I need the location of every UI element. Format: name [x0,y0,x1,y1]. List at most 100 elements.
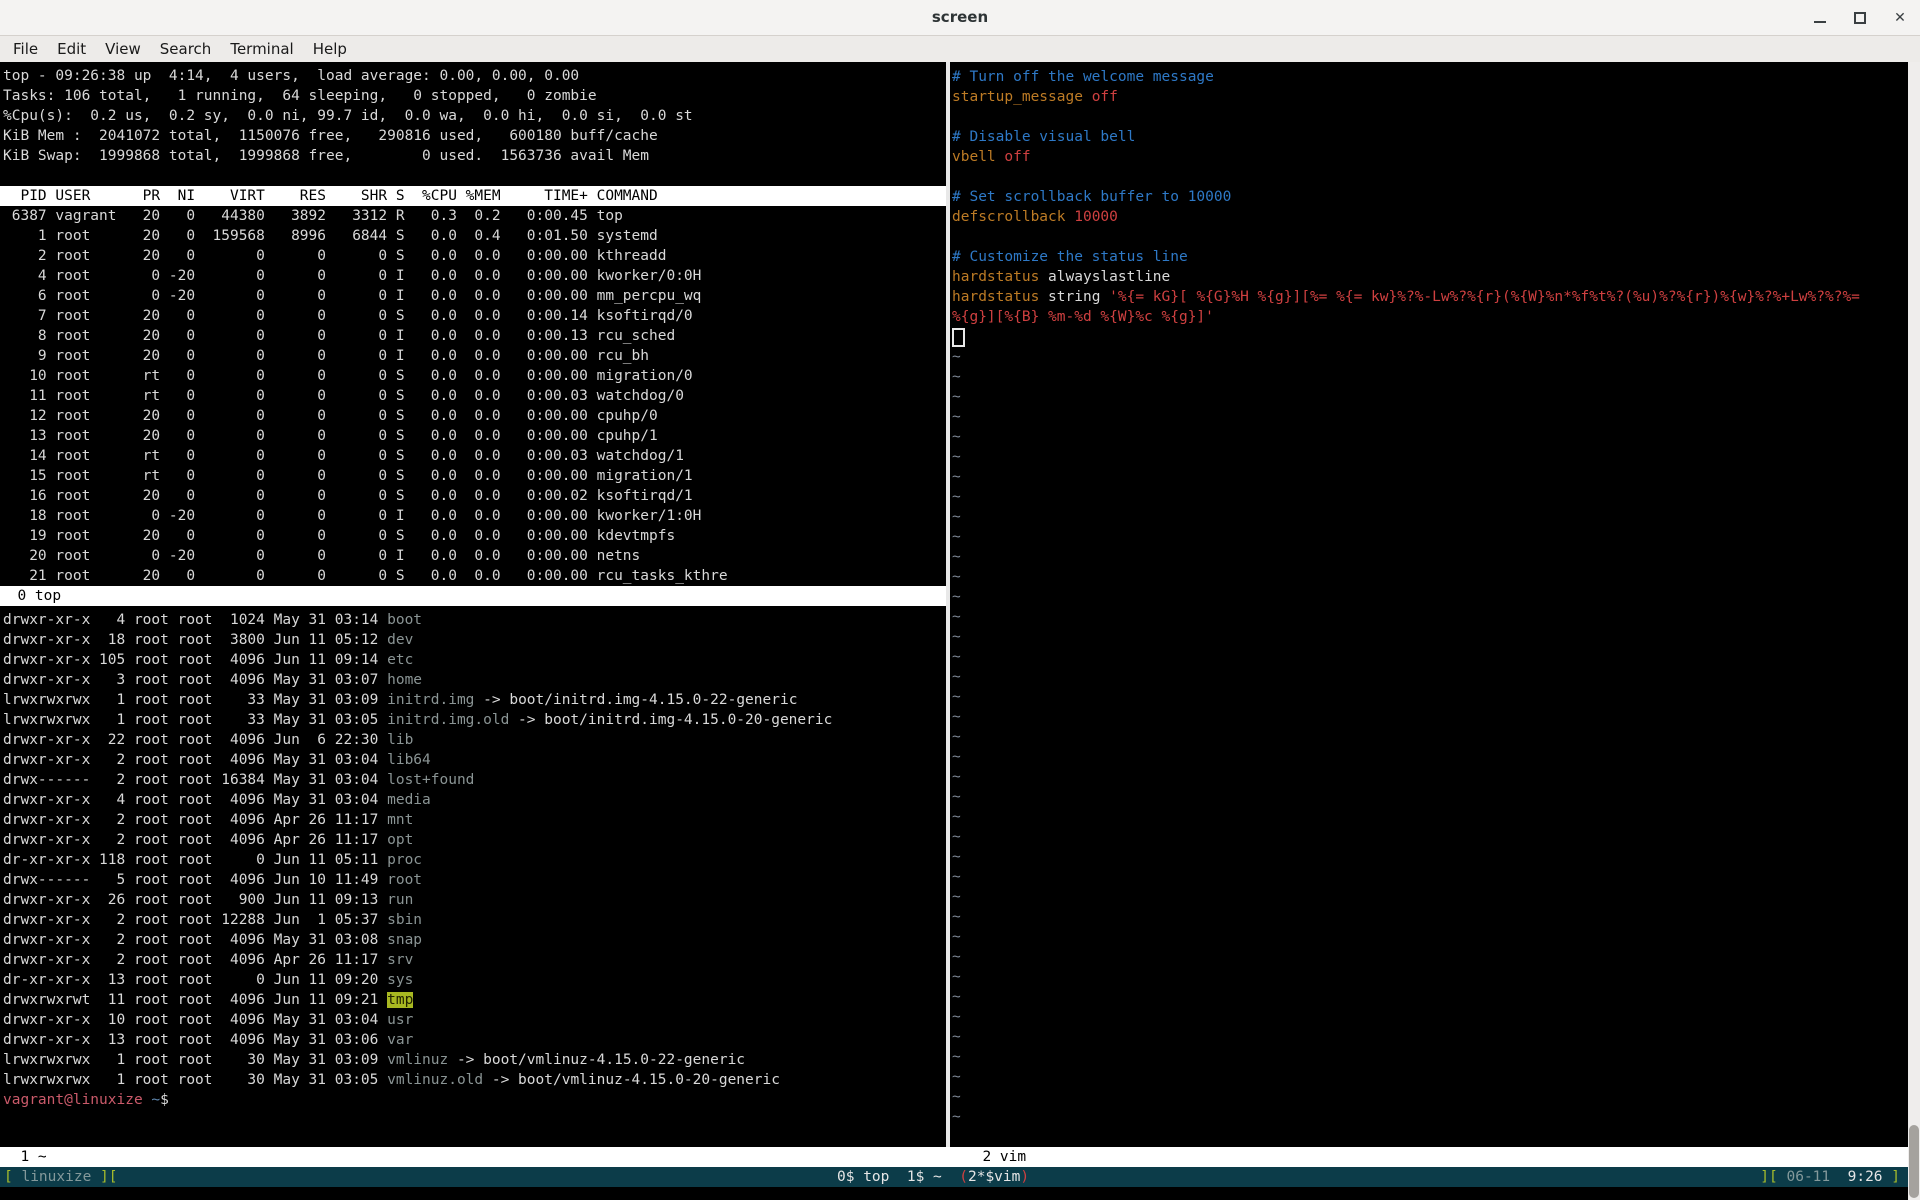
ls-row: drwxr-xr-x 18 root root 3800 Jun 11 05:1… [3,630,946,650]
file-name: vmlinuz.old [387,1072,483,1088]
top-pane[interactable]: top - 09:26:38 up 4:14, 4 users, load av… [0,62,946,586]
ls-listing: drwxr-xr-x 4 root root 1024 May 31 03:14… [3,610,946,1090]
vim-line: # Turn off the welcome message [952,67,1908,87]
window-title: screen [0,8,1920,26]
vim-line: %{g}][%{B} %m-%d %{W}%c %{g}]' [952,307,1908,327]
screen-status-bar: [ linuxize ][ 0$ top 1$ ~ (2*$vim) ][ 06… [0,1167,1908,1187]
titlebar[interactable]: screen ✕ [0,0,1920,36]
vim-tilde-line: ~ [952,367,1908,387]
process-row: 19 root 20 0 0 0 0 S 0.0 0.0 0:00.00 kde… [3,526,946,546]
vim-tilde-line: ~ [952,807,1908,827]
symlink-target: -> boot/vmlinuz-4.15.0-20-generic [483,1072,780,1088]
status-window-list: 0$ top 1$ ~ (2*$vim) [837,1167,1029,1187]
ls-row: drwx------ 5 root root 4096 Jun 10 11:49… [3,870,946,890]
close-button[interactable]: ✕ [1888,6,1912,30]
vim-line: # Disable visual bell [952,127,1908,147]
vim-pane[interactable]: # Turn off the welcome messagestartup_me… [950,62,1908,1147]
vim-line: # Customize the status line [952,247,1908,267]
window-controls: ✕ [1808,0,1912,35]
screen-caption-window1: 1 ~ [3,1147,47,1167]
file-name: run [387,892,413,908]
vim-tilde-line: ~ [952,987,1908,1007]
process-row: 1 root 20 0 159568 8996 6844 S 0.0 0.4 0… [3,226,946,246]
vim-line [952,107,1908,127]
ls-row: dr-xr-xr-x 13 root root 0 Jun 11 09:20 s… [3,970,946,990]
vim-tilde-line: ~ [952,647,1908,667]
file-name: initrd.img [387,692,474,708]
maximize-button[interactable] [1848,6,1872,30]
menu-item-file[interactable]: File [13,40,38,58]
vim-line: # Set scrollback buffer to 10000 [952,187,1908,207]
ls-row: drwxr-xr-x 2 root root 4096 May 31 03:08… [3,930,946,950]
status-clock: ][ 06-11 9:26 ] [1760,1167,1900,1187]
menu-item-search[interactable]: Search [160,40,212,58]
status-window-1: 1$ ~ [907,1169,942,1185]
ls-row: dr-xr-xr-x 118 root root 0 Jun 11 05:11 … [3,850,946,870]
process-row: 9 root 20 0 0 0 0 I 0.0 0.0 0:00.00 rcu_… [3,346,946,366]
vim-buffer: # Turn off the welcome messagestartup_me… [952,67,1908,1127]
scrollbar-thumb[interactable] [1909,1125,1919,1198]
vim-tilde-line: ~ [952,907,1908,927]
vim-tilde-line: ~ [952,447,1908,467]
menu-item-terminal[interactable]: Terminal [230,40,293,58]
status-hostname: [ linuxize ][ [4,1167,118,1187]
process-row: 16 root 20 0 0 0 0 S 0.0 0.0 0:00.02 kso… [3,486,946,506]
file-name: home [387,672,422,688]
prompt-symbol: $ [160,1092,169,1108]
vim-tilde-line: ~ [952,487,1908,507]
ls-row: drwx------ 2 root root 16384 May 31 03:0… [3,770,946,790]
vim-line: vbell off [952,147,1908,167]
vim-line: hardstatus alwayslastline [952,267,1908,287]
ls-row: drwxr-xr-x 4 root root 4096 May 31 03:04… [3,790,946,810]
top-summary-line: top - 09:26:38 up 4:14, 4 users, load av… [3,66,946,86]
process-row: 2 root 20 0 0 0 0 S 0.0 0.0 0:00.00 kthr… [3,246,946,266]
screen-caption-window0: 0 top [0,586,946,606]
vim-tilde-line: ~ [952,627,1908,647]
vim-tilde-line: ~ [952,707,1908,727]
ls-row: lrwxrwxrwx 1 root root 30 May 31 03:09 v… [3,1050,946,1070]
vim-tilde-line: ~ [952,1047,1908,1067]
scrollbar[interactable] [1908,62,1920,1200]
status-window-current: 2*$vim [968,1169,1020,1185]
terminal-screen[interactable]: top - 09:26:38 up 4:14, 4 users, load av… [0,62,1920,1200]
vim-tilde-line: ~ [952,527,1908,547]
file-name: root [387,872,422,888]
menu-item-help[interactable]: Help [313,40,347,58]
file-name: opt [387,832,413,848]
prompt-path: ~ [151,1092,160,1108]
status-window-0: 0$ top [837,1169,889,1185]
shell-pane[interactable]: drwxr-xr-x 4 root root 1024 May 31 03:14… [0,610,946,1110]
menu-item-view[interactable]: View [105,40,141,58]
process-row: 6387 vagrant 20 0 44380 3892 3312 R 0.3 … [3,206,946,226]
process-row: 4 root 0 -20 0 0 0 I 0.0 0.0 0:00.00 kwo… [3,266,946,286]
file-name: srv [387,952,413,968]
vim-tilde-line: ~ [952,667,1908,687]
vim-tilde-line: ~ [952,1027,1908,1047]
file-name: mnt [387,812,413,828]
vim-tilde-line: ~ [952,1007,1908,1027]
ls-row: drwxr-xr-x 3 root root 4096 May 31 03:07… [3,670,946,690]
ls-row: drwxr-xr-x 13 root root 4096 May 31 03:0… [3,1030,946,1050]
vim-tilde-line: ~ [952,407,1908,427]
minimize-button[interactable] [1808,6,1832,30]
menu-item-edit[interactable]: Edit [57,40,86,58]
top-table-header: PID USER PR NI VIRT RES SHR S %CPU %MEM … [0,186,946,206]
vim-tilde-line: ~ [952,687,1908,707]
process-row: 8 root 20 0 0 0 0 I 0.0 0.0 0:00.13 rcu_… [3,326,946,346]
process-row: 20 root 0 -20 0 0 0 I 0.0 0.0 0:00.00 ne… [3,546,946,566]
vim-tilde-line: ~ [952,587,1908,607]
process-row: 12 root 20 0 0 0 0 S 0.0 0.0 0:00.00 cpu… [3,406,946,426]
ls-row: drwxr-xr-x 2 root root 4096 Apr 26 11:17… [3,810,946,830]
top-summary-line: KiB Mem : 2041072 total, 1150076 free, 2… [3,126,946,146]
vim-tilde-line: ~ [952,847,1908,867]
ls-row: drwxr-xr-x 22 root root 4096 Jun 6 22:30… [3,730,946,750]
menu-bar: File Edit View Search Terminal Help [0,36,1920,62]
process-row: 10 root rt 0 0 0 0 S 0.0 0.0 0:00.00 mig… [3,366,946,386]
ls-row: drwxr-xr-x 105 root root 4096 Jun 11 09:… [3,650,946,670]
top-summary-line: Tasks: 106 total, 1 running, 64 sleeping… [3,86,946,106]
process-row: 11 root rt 0 0 0 0 S 0.0 0.0 0:00.03 wat… [3,386,946,406]
top-summary: top - 09:26:38 up 4:14, 4 users, load av… [3,66,946,186]
vim-tilde-line: ~ [952,387,1908,407]
file-name: etc [387,652,413,668]
file-name: sbin [387,912,422,928]
